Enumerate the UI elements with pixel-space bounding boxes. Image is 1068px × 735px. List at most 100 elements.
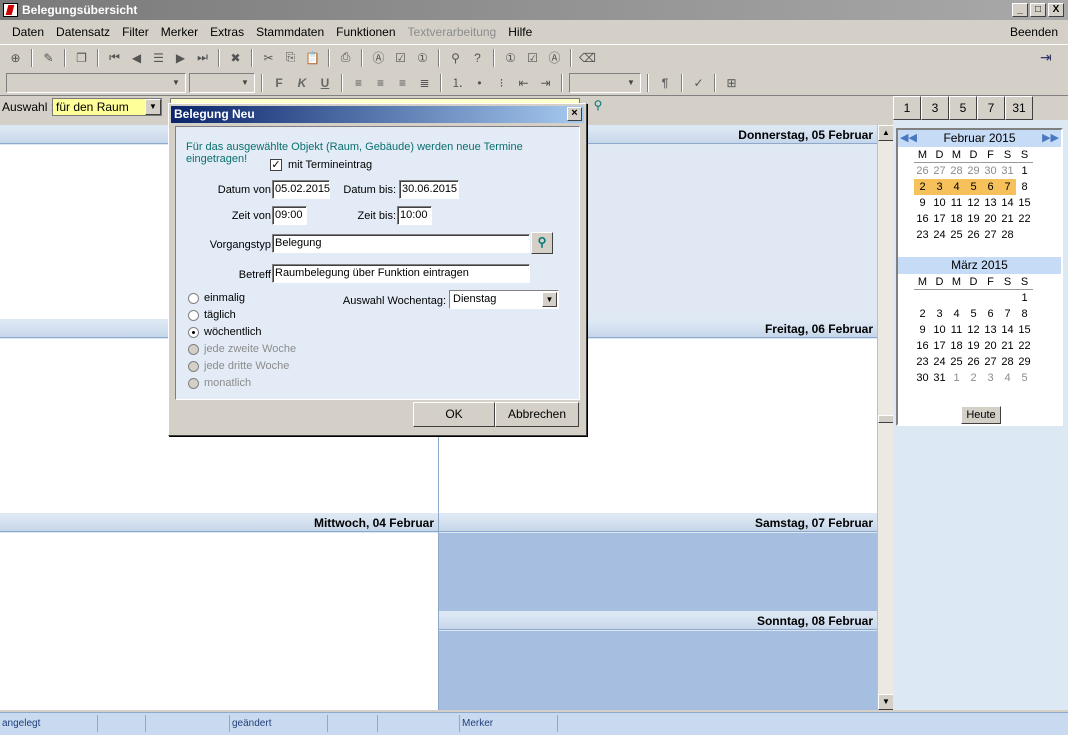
calendar-day[interactable]: 27 xyxy=(931,163,948,179)
calendar-day[interactable]: 25 xyxy=(948,227,965,243)
scroll-up-button[interactable]: ▲ xyxy=(878,125,894,141)
zeit-bis-input[interactable]: 10:00 xyxy=(397,206,432,225)
list-icon[interactable]: ⁝ xyxy=(492,73,511,92)
calendar-day[interactable]: 21 xyxy=(999,338,1016,354)
calendar-day[interactable]: 30 xyxy=(982,163,999,179)
numbered-list-icon[interactable]: ⒈ xyxy=(448,73,467,92)
calendar-day[interactable]: 17 xyxy=(931,211,948,227)
calendar-day[interactable]: 12 xyxy=(965,322,982,338)
calendar-day[interactable]: 13 xyxy=(982,322,999,338)
find-icon[interactable]: ⚲ xyxy=(446,48,465,67)
calendar-day[interactable]: 26 xyxy=(965,354,982,370)
calendar-day[interactable]: 5 xyxy=(965,306,982,322)
calendar-day[interactable]: 5 xyxy=(965,179,982,195)
calendar-day[interactable]: 2 xyxy=(965,370,982,386)
calendar-day[interactable]: 1 xyxy=(1016,290,1033,306)
text-filter-icon[interactable]: Ⓐ xyxy=(545,48,564,67)
calendar-day[interactable]: 28 xyxy=(999,227,1016,243)
calendar-day[interactable]: 15 xyxy=(1016,322,1033,338)
calendar-day[interactable]: 3 xyxy=(982,370,999,386)
radio-einmalig[interactable] xyxy=(188,293,199,304)
binoculars-icon[interactable]: ⚲ xyxy=(531,232,553,254)
range-31-button[interactable]: 31 xyxy=(1005,96,1033,120)
calendar-day[interactable]: 8 xyxy=(1016,306,1033,322)
menu-filter[interactable]: Filter xyxy=(116,25,155,39)
calendar-day[interactable]: 31 xyxy=(999,163,1016,179)
calendar-day[interactable]: 19 xyxy=(965,211,982,227)
calendar-day[interactable]: 10 xyxy=(931,195,948,211)
menu-datensatz[interactable]: Datensatz xyxy=(50,25,116,39)
minimize-button[interactable]: _ xyxy=(1012,3,1028,17)
calendar-day[interactable]: 20 xyxy=(982,211,999,227)
help-icon[interactable]: ? xyxy=(468,48,487,67)
calendar-day[interactable]: 11 xyxy=(948,195,965,211)
calendar-day[interactable]: 28 xyxy=(999,354,1016,370)
radio-woechentlich[interactable] xyxy=(188,327,199,338)
scroll-down-button[interactable]: ▼ xyxy=(878,694,894,710)
paste-icon[interactable]: 📋 xyxy=(303,48,322,67)
calendar-day[interactable]: 25 xyxy=(948,354,965,370)
calendar-day[interactable]: 5 xyxy=(1016,370,1033,386)
page-setup-icon[interactable]: ⊞ xyxy=(722,73,741,92)
calendar-day[interactable]: 2 xyxy=(914,179,931,195)
last-record-icon[interactable]: ⏭ xyxy=(193,48,212,67)
calendar-day[interactable]: 1 xyxy=(1016,163,1033,179)
calendar-day[interactable]: 6 xyxy=(982,306,999,322)
calendar-day[interactable]: 21 xyxy=(999,211,1016,227)
calendar-day[interactable]: 26 xyxy=(914,163,931,179)
calendar-day[interactable]: 7 xyxy=(999,306,1016,322)
calendar-day[interactable]: 30 xyxy=(914,370,931,386)
calendar-day[interactable]: 12 xyxy=(965,195,982,211)
range-5-button[interactable]: 5 xyxy=(949,96,977,120)
calendar-day[interactable]: 15 xyxy=(1016,195,1033,211)
datum-von-input[interactable]: 05.02.2015 xyxy=(272,180,330,199)
first-record-icon[interactable]: ⏮ xyxy=(105,48,124,67)
calendar-day[interactable]: 4 xyxy=(948,306,965,322)
day-body-sun[interactable] xyxy=(439,631,877,710)
maximize-button[interactable]: □ xyxy=(1030,3,1046,17)
calendar-day[interactable]: 29 xyxy=(1016,354,1033,370)
calendar-day[interactable]: 14 xyxy=(999,195,1016,211)
edit-icon[interactable]: ✎ xyxy=(39,48,58,67)
range-1-button[interactable]: 1 xyxy=(893,96,921,120)
calendar-day[interactable]: 3 xyxy=(931,179,948,195)
calendar-day[interactable]: 20 xyxy=(982,338,999,354)
style-combo[interactable]: ▼ xyxy=(569,72,641,93)
calendar-day[interactable]: 19 xyxy=(965,338,982,354)
spellcheck-icon[interactable]: ✓ xyxy=(689,73,708,92)
paragraph-button[interactable]: ¶ xyxy=(655,76,675,90)
scroll-thumb[interactable] xyxy=(878,415,894,423)
outdent-icon[interactable]: ⇤ xyxy=(514,73,533,92)
font-size-combo[interactable]: ▼ xyxy=(189,72,255,93)
menu-daten[interactable]: Daten xyxy=(6,25,50,39)
dialog-close-button[interactable]: × xyxy=(567,107,582,121)
day-body-wed[interactable] xyxy=(0,533,438,710)
text-icon[interactable]: Ⓐ xyxy=(369,48,388,67)
calendar-day[interactable]: 11 xyxy=(948,322,965,338)
calendar-day[interactable]: 31 xyxy=(931,370,948,386)
calendar-day[interactable]: 3 xyxy=(931,306,948,322)
italic-button[interactable]: K xyxy=(292,76,312,90)
copy-icon[interactable]: ⎘ xyxy=(281,48,300,67)
cancel-button[interactable]: Abbrechen xyxy=(495,402,579,427)
calendar-day[interactable]: 4 xyxy=(948,179,965,195)
menu-hilfe[interactable]: Hilfe xyxy=(502,25,538,39)
binoculars-icon[interactable]: ⚲ xyxy=(588,98,608,116)
wochentag-select[interactable]: Dienstag ▼ xyxy=(449,290,559,309)
datum-bis-input[interactable]: 30.06.2015 xyxy=(399,180,459,199)
zeit-von-input[interactable]: 09:00 xyxy=(272,206,307,225)
calendar-day[interactable]: 9 xyxy=(914,195,931,211)
calendar-day[interactable]: 6 xyxy=(982,179,999,195)
bold-button[interactable]: F xyxy=(269,76,289,90)
calendar-day[interactable]: 27 xyxy=(982,354,999,370)
betreff-input[interactable]: Raumbelegung über Funktion eintragen xyxy=(272,264,530,283)
underline-button[interactable]: U xyxy=(315,76,335,90)
next-record-icon[interactable]: ▶ xyxy=(171,48,190,67)
align-right-icon[interactable]: ≡ xyxy=(393,73,412,92)
range-7-button[interactable]: 7 xyxy=(977,96,1005,120)
menu-stammdaten[interactable]: Stammdaten xyxy=(250,25,330,39)
calendar-day[interactable]: 24 xyxy=(931,354,948,370)
next-month-icon[interactable]: ▶▶ xyxy=(1042,130,1059,147)
calendar-day[interactable]: 22 xyxy=(1016,338,1033,354)
eraser-icon[interactable]: ⌫ xyxy=(578,48,597,67)
